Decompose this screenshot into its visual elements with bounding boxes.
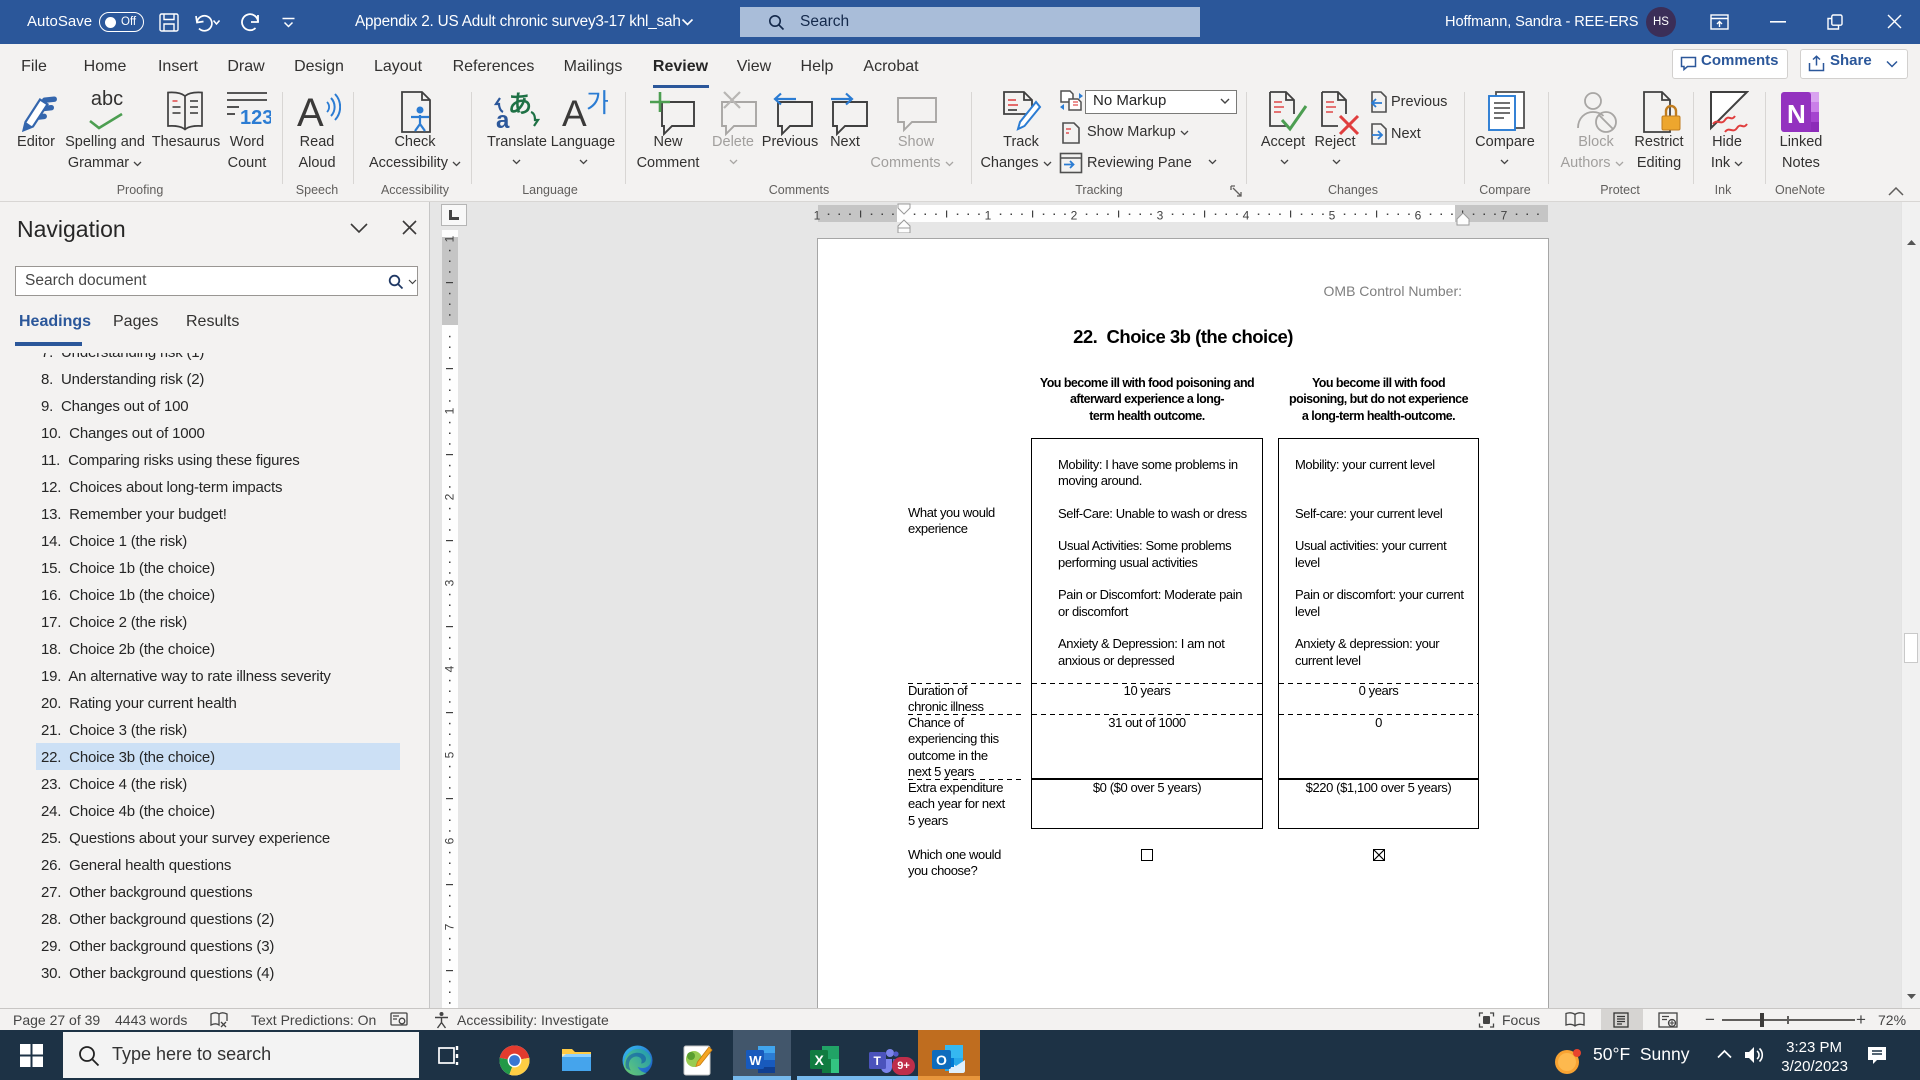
svg-text:A: A (562, 93, 587, 134)
svg-text:4: 4 (443, 665, 457, 672)
svg-text:7: 7 (443, 923, 457, 930)
svg-text:4: 4 (1243, 209, 1250, 223)
svg-text:3: 3 (443, 579, 457, 586)
svg-text:5: 5 (1329, 209, 1336, 223)
svg-text:O: O (936, 1052, 947, 1068)
svg-text:가: 가 (586, 90, 608, 118)
svg-text:W: W (749, 1053, 762, 1068)
svg-text:あ: あ (508, 91, 532, 118)
svg-text:N: N (1787, 99, 1806, 129)
svg-text:5: 5 (443, 751, 457, 758)
svg-text:1: 1 (443, 407, 457, 414)
svg-text:2: 2 (1071, 209, 1078, 223)
svg-text:6: 6 (443, 837, 457, 844)
svg-text:123: 123 (240, 107, 271, 129)
svg-text:3: 3 (1157, 209, 1164, 223)
svg-text:1: 1 (985, 209, 992, 223)
svg-text:1: 1 (814, 209, 821, 223)
svg-text:1: 1 (443, 235, 457, 242)
svg-text:2: 2 (443, 493, 457, 500)
svg-text:6: 6 (1415, 209, 1422, 223)
svg-text:7: 7 (1501, 209, 1508, 223)
svg-text:A: A (297, 91, 324, 134)
svg-text:X: X (815, 1052, 825, 1068)
svg-text:T: T (874, 1054, 882, 1068)
